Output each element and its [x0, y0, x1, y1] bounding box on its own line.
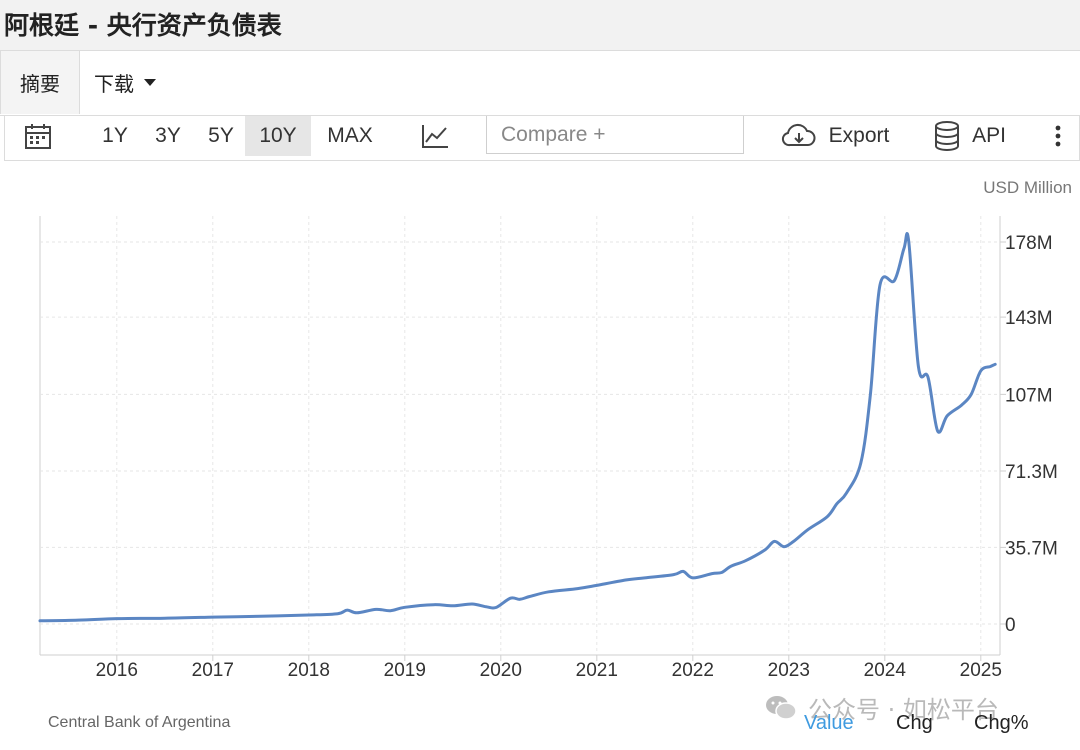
api-button[interactable]: API — [927, 116, 1013, 156]
x-tick-label: 2019 — [384, 660, 426, 681]
y-tick-label: 35.7M — [1005, 538, 1058, 559]
series-line — [38, 232, 997, 623]
x-tick-label: 2023 — [768, 660, 810, 681]
y-tick-label: 107M — [1005, 385, 1053, 406]
y-tick-label: 178M — [1005, 233, 1053, 254]
x-tick-label: 2025 — [960, 660, 1002, 681]
x-tick-label: 2018 — [288, 660, 330, 681]
watermark: 公众号 · 如松平台 — [764, 690, 999, 725]
api-label: API — [972, 124, 1006, 147]
unit-label: USD Million — [983, 178, 1072, 197]
y-tick-label: 71.3M — [1005, 462, 1058, 483]
wechat-icon — [766, 695, 797, 720]
x-tick-label: 2016 — [96, 660, 138, 681]
y-tick-label: 143M — [1005, 308, 1053, 329]
caret-down-icon — [144, 79, 156, 86]
x-tick-label: 2020 — [480, 660, 522, 681]
tab-summary-label: 摘要 — [20, 72, 60, 96]
cloud-download-icon — [781, 123, 816, 147]
tabs-row: 摘要 下载 — [0, 51, 1080, 116]
range-3y-button[interactable]: 3Y — [143, 116, 193, 156]
tab-summary[interactable]: 摘要 — [0, 51, 80, 114]
x-tick-label: 2024 — [864, 660, 907, 681]
y-tick-label: 0 — [1005, 615, 1016, 636]
export-button[interactable]: Export — [775, 116, 895, 156]
legend-chg-percent[interactable]: Chg% — [974, 712, 1028, 735]
range-5y-button[interactable]: 5Y — [195, 116, 247, 156]
page-title: 阿根廷 - 央行资产负债表 — [4, 11, 282, 40]
calendar-icon[interactable] — [21, 116, 55, 156]
legend-chg[interactable]: Chg — [896, 712, 933, 735]
x-tick-label: 2022 — [672, 660, 714, 681]
range-10y-button[interactable]: 10Y — [245, 116, 311, 156]
legend-value[interactable]: Value — [804, 712, 854, 735]
line-chart-icon[interactable] — [417, 116, 453, 156]
database-icon — [935, 121, 960, 151]
source-label: Central Bank of Argentina — [48, 714, 231, 731]
range-1y-button[interactable]: 1Y — [91, 116, 139, 156]
more-vert-icon[interactable] — [1045, 116, 1071, 156]
export-label: Export — [828, 124, 890, 147]
title-bar: 阿根廷 - 央行资产负债表 — [0, 0, 1080, 51]
chart-toolbar: 1Y 3Y 5Y 10Y MAX Compare + Export API — [4, 116, 1080, 161]
x-tick-label: 2021 — [576, 660, 618, 681]
x-tick-label: 2017 — [192, 660, 234, 681]
compare-input[interactable]: Compare + — [486, 116, 744, 154]
tab-download-label: 下载 — [94, 72, 134, 96]
tab-download[interactable]: 下载 — [94, 51, 156, 114]
range-max-button[interactable]: MAX — [317, 116, 383, 156]
